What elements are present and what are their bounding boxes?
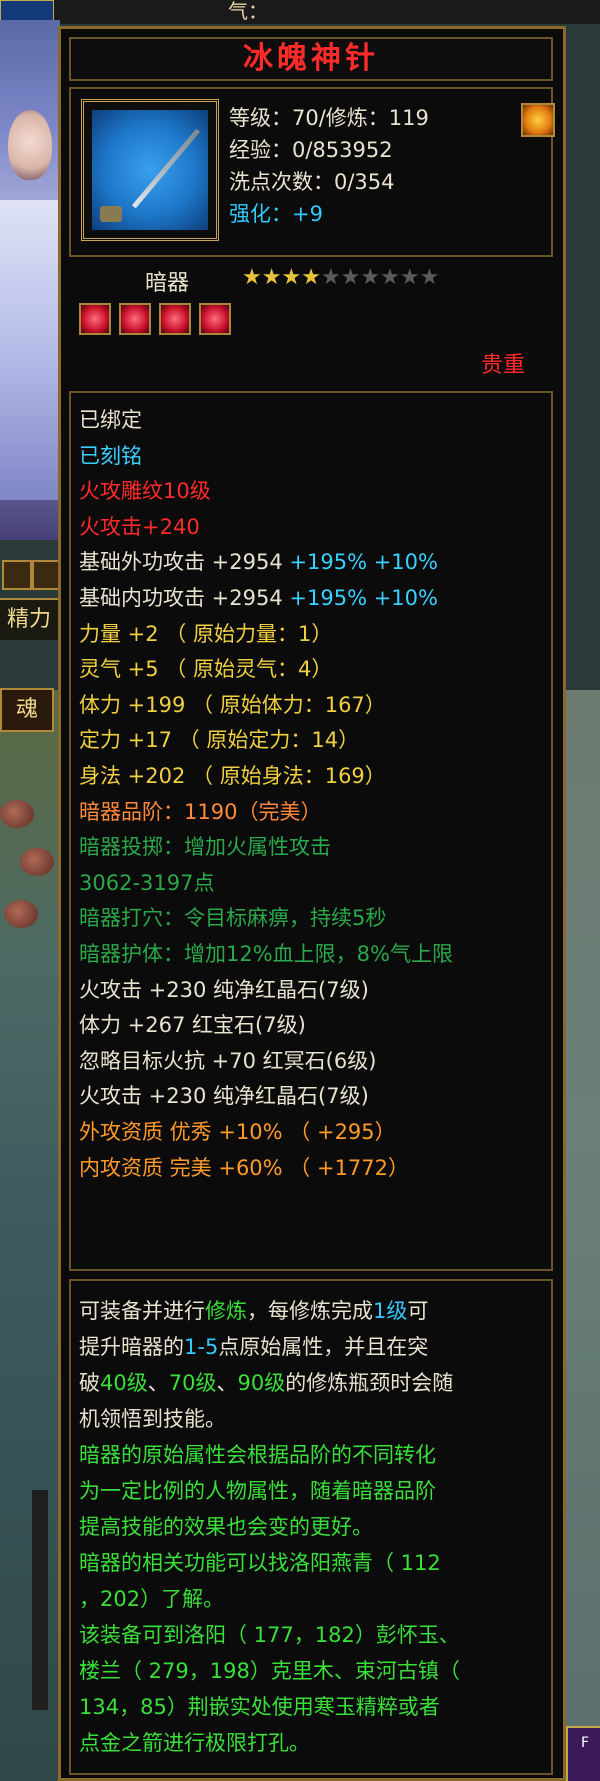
type-row: 暗器 ★★★★★★★★★★ <box>61 261 563 301</box>
red-gem-icon <box>159 303 191 335</box>
stat-line: 体力 +199 （ 原始体力：167） <box>79 692 386 717</box>
scene-lamp-post <box>32 1490 48 1710</box>
item-info-box: 等级：70/修炼：119 经验：0/853952 洗点次数：0/354 强化：+… <box>69 87 555 257</box>
stat-line: 火攻击 +230 纯净红晶石(7级) <box>79 977 369 1002</box>
stat-line: 3062-3197点 <box>79 870 215 895</box>
stat-line: 力量 +2 （ 原始力量：1） <box>79 621 333 646</box>
desc-line: 破40级、70级、90级的修炼瓶颈时会随 <box>79 1371 454 1395</box>
star-empty-icon: ★ <box>360 265 381 290</box>
stat-line: 外攻资质 优秀 +10% （ +295） <box>79 1120 396 1144</box>
top-status-strip: 气： <box>0 0 600 24</box>
desc-line: 为一定比例的人物属性，随着暗器品阶 <box>79 1479 436 1503</box>
star-filled-icon: ★ <box>281 265 302 290</box>
desc-line: ，202）了解。 <box>79 1587 225 1611</box>
item-name: 冰魄神针 <box>243 41 379 76</box>
stat-line: 已绑定 <box>79 408 142 432</box>
stat-line: 暗器护体：增加12%血上限，8%气上限 <box>79 942 453 966</box>
refine-fire-icon <box>521 103 555 137</box>
player-name-box <box>0 0 54 22</box>
stat-line: 体力 +267 红宝石(7级) <box>79 1013 306 1038</box>
star-empty-icon: ★ <box>380 265 400 290</box>
bound-lock-icon <box>100 206 122 222</box>
level-line: 等级：70/修炼：119 <box>229 106 429 130</box>
corner-badge[interactable]: F <box>566 1726 600 1781</box>
wash-line: 洗点次数：0/354 <box>229 170 395 194</box>
stats-box: 已绑定已刻铭火攻雕纹10级 火攻击+240 基础外功攻击 +2954 +195% +… <box>69 391 553 1271</box>
stat-line: 暗器投掷：增加火属性攻击 <box>79 835 331 860</box>
jingli-label: 精力 <box>0 598 58 640</box>
desc-line: 可装备并进行修炼，每修炼完成1级可 <box>79 1299 429 1323</box>
star-empty-icon: ★ <box>419 265 440 290</box>
needle-icon <box>92 110 208 230</box>
red-gem-icon <box>199 303 231 335</box>
star-filled-icon: ★ <box>261 265 282 290</box>
star-rating: ★★★★★★★★★★ <box>242 265 439 290</box>
stat-line: 定力 +17 （ 原始定力：14） <box>79 728 360 753</box>
item-icon-frame <box>81 99 219 241</box>
star-empty-icon: ★ <box>340 265 361 290</box>
stat-line: 火攻雕纹10级 <box>79 479 211 504</box>
scene-rock <box>0 800 34 828</box>
stat-line: 内攻资质 完美 +60% （ +1772） <box>79 1155 410 1180</box>
stat-line: 暗器品阶：1190（完美） <box>79 799 322 824</box>
exp-line: 经验：0/853952 <box>229 138 393 162</box>
stat-line: 暗器打穴：令目标麻痹，持续5秒 <box>79 906 387 931</box>
desc-line: 暗器的相关功能可以找洛阳燕青（ 112 <box>79 1551 441 1575</box>
desc-line: 提升暗器的1-5点原始属性，并且在突 <box>79 1335 429 1359</box>
stat-line: 火攻击+240 <box>79 514 200 539</box>
item-tooltip: 冰魄神针 等级：70/修炼：119 经验：0/853952 洗点次数：0/354… <box>58 26 566 1781</box>
scene-rock <box>20 848 54 876</box>
qi-label: 气： <box>228 0 268 23</box>
skill-slot-1[interactable] <box>2 560 32 590</box>
stat-line: 灵气 +5 （ 原始灵气：4） <box>79 657 333 682</box>
stat-line: 忽略目标火抗 +70 红冥石(6级) <box>79 1048 377 1073</box>
desc-line: 该装备可到洛阳（ 177，182）彭怀玉、 <box>79 1623 460 1647</box>
stat-line: 身法 +202 （ 原始身法：169） <box>79 764 386 788</box>
desc-line: 机领悟到技能。 <box>79 1407 226 1431</box>
stat-line: 已刻铭 <box>79 443 142 468</box>
desc-line: 暗器的原始属性会根据品阶的不同转化 <box>79 1443 436 1467</box>
star-filled-icon: ★ <box>242 265 262 290</box>
desc-line: 134，85）荆嵌实处使用寒玉精粹或者 <box>79 1695 440 1719</box>
star-empty-icon: ★ <box>320 265 341 290</box>
stat-line: 基础外功攻击 +2954 +195% +10% <box>79 550 438 575</box>
scene-rock <box>4 900 38 928</box>
description-box: 可装备并进行修炼，每修炼完成1级可 提升暗器的1-5点原始属性，并且在突 破40… <box>69 1279 553 1775</box>
character-portrait <box>0 20 60 540</box>
rarity-label: 贵重 <box>481 353 526 378</box>
portrait-face <box>8 110 52 180</box>
enhance-label: 强化： <box>229 202 292 226</box>
red-gem-icon <box>119 303 151 335</box>
enhance-line: 强化：+9 <box>229 199 323 229</box>
desc-line: 楼兰（ 279，198）克里木、束河古镇（ <box>79 1659 460 1683</box>
desc-line: 点金之箭进行极限打孔。 <box>79 1731 310 1755</box>
title-box: 冰魄神针 <box>69 37 553 81</box>
hun-tab[interactable]: 魂 <box>0 688 54 732</box>
red-gem-icon <box>79 303 111 335</box>
star-empty-icon: ★ <box>399 265 420 290</box>
needle-shaft <box>131 128 201 209</box>
enhance-value: +9 <box>292 202 323 226</box>
portrait-dress <box>0 200 60 500</box>
world-scene-right <box>560 690 600 1781</box>
stat-line: 火攻击 +230 纯净红晶石(7级) <box>79 1084 369 1109</box>
desc-line: 提高技能的效果也会变的更好。 <box>79 1515 373 1539</box>
star-filled-icon: ★ <box>301 265 321 290</box>
stat-line: 基础内功攻击 +2954 +195% +10% <box>79 586 438 610</box>
item-type: 暗器 <box>145 271 190 296</box>
